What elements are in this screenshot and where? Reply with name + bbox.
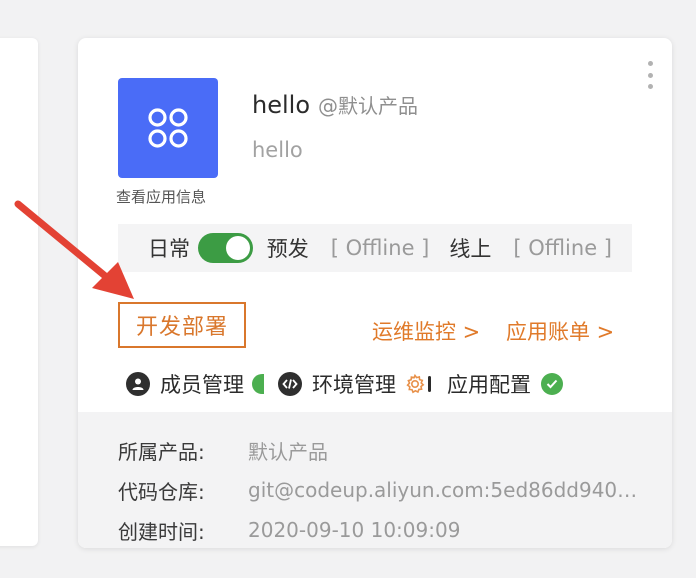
management-row: 成员管理 环境管理 应用配置 — [126, 368, 571, 400]
check-icon — [541, 373, 563, 395]
app-billing-link[interactable]: 应用账单 > — [506, 316, 614, 346]
env-staging-status: [ Offline ] — [330, 236, 430, 260]
gear-icon — [404, 373, 426, 395]
code-icon — [278, 372, 302, 396]
env-daily-label: 日常 — [148, 237, 190, 261]
app-card: 查看应用信息 hello @默认产品 hello 日常 预发 [ Offline … — [78, 38, 672, 548]
env-management[interactable]: 环境管理 — [278, 369, 439, 399]
info-key: 创建时间: — [118, 519, 205, 544]
member-management-label: 成员管理 — [160, 373, 244, 397]
info-row-repo: 代码仓库: git@codeup.aliyun.com:5ed86dd940… — [118, 470, 672, 510]
app-name: hello — [252, 91, 310, 119]
ops-monitor-link[interactable]: 运维监控 > — [372, 316, 480, 346]
env-daily-toggle[interactable] — [198, 233, 253, 263]
deploy-button[interactable]: 开发部署 — [118, 302, 246, 348]
more-options-icon[interactable] — [644, 61, 656, 89]
info-value: 2020-09-10 10:09:09 — [248, 518, 461, 542]
app-config-label: 应用配置 — [447, 373, 531, 397]
user-icon — [126, 372, 150, 396]
app-logo-icon[interactable] — [118, 78, 218, 178]
adjacent-card — [0, 38, 38, 546]
info-key: 所属产品: — [118, 439, 205, 464]
info-row-product: 所属产品: 默认产品 — [118, 430, 672, 470]
app-description: hello — [252, 138, 303, 162]
view-app-info-link[interactable]: 查看应用信息 — [116, 186, 206, 207]
info-value: 默认产品 — [248, 439, 328, 464]
env-prod-status: [ Offline ] — [513, 236, 612, 260]
env-management-label: 环境管理 — [312, 373, 396, 397]
app-info-panel: 所属产品: 默认产品 代码仓库: git@codeup.aliyun.com:5… — [78, 412, 672, 548]
env-prod-label: 线上 — [449, 237, 492, 261]
env-staging-label: 预发 — [266, 237, 309, 261]
status-indicator — [252, 374, 264, 394]
environment-bar: 日常 预发 [ Offline ] 线上 [ Offline ] — [118, 224, 632, 272]
separator — [428, 376, 431, 392]
app-title: hello @默认产品 — [252, 90, 418, 119]
info-value: git@codeup.aliyun.com:5ed86dd940… — [248, 478, 638, 502]
app-config[interactable]: 应用配置 — [447, 369, 563, 399]
member-management[interactable]: 成员管理 — [126, 369, 270, 399]
info-key: 代码仓库: — [118, 479, 205, 504]
info-row-created: 创建时间: 2020-09-10 10:09:09 — [118, 510, 672, 548]
app-product: @默认产品 — [318, 94, 418, 118]
